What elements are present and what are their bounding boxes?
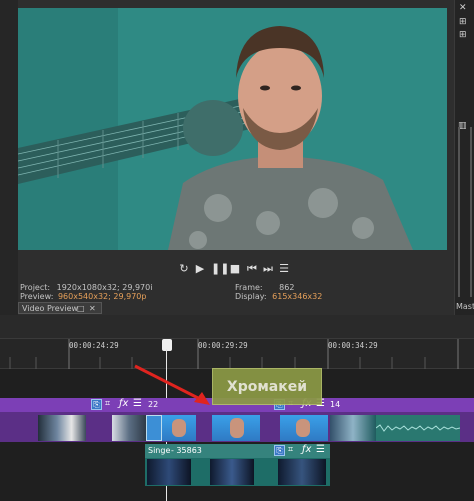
loop-icon[interactable]: ↻ bbox=[178, 263, 190, 275]
display-info: Display: 615x346x32 bbox=[235, 292, 322, 301]
panel-close-icon[interactable]: ✕ bbox=[459, 3, 467, 13]
play-icon[interactable]: ▶ bbox=[194, 263, 206, 275]
preview-label: Preview: bbox=[20, 292, 54, 301]
waveform-icon bbox=[376, 424, 460, 432]
singer-crop-icon[interactable]: ⌗ bbox=[288, 445, 293, 455]
transport-bar: ↻ ▶ ❚❚ ■ ⏮ ⏭ ☰ bbox=[0, 258, 454, 280]
tab-maximize-icon[interactable]: □ bbox=[77, 304, 85, 313]
red-arrow-icon bbox=[134, 364, 210, 405]
ruler-ticks bbox=[9, 339, 459, 369]
callout-text: Хромакей bbox=[226, 379, 308, 395]
thumbnail-1 bbox=[38, 415, 86, 441]
prev-frame-icon[interactable]: ⏮ bbox=[246, 263, 258, 275]
fade-right-value: 14 bbox=[330, 400, 341, 409]
panel-grid-icon[interactable]: ⊞ bbox=[459, 17, 467, 27]
transition-marker[interactable] bbox=[146, 415, 162, 441]
panel-grid-icon-2[interactable]: ⊞ bbox=[459, 30, 467, 40]
pause-icon[interactable]: ❚❚ bbox=[211, 263, 229, 275]
frame-label: Frame: bbox=[235, 283, 263, 292]
singer-menu-icon[interactable]: ☰ bbox=[316, 444, 325, 455]
time-ruler[interactable]: 00:00:24:29 00:00:29:29 00:00:34:29 bbox=[0, 339, 474, 369]
right-side-panel: ✕ ⊞ ⊞ ▥ Mast bbox=[454, 0, 474, 315]
project-value: 1920x1080x32; 29,970i bbox=[56, 283, 153, 292]
preview-value-b: 29,970p bbox=[113, 292, 147, 301]
chroma-key-callout: Хромакей bbox=[212, 368, 322, 405]
app-window: ↻ ▶ ❚❚ ■ ⏮ ⏭ ☰ Project: 1920x1080x32; 29… bbox=[0, 0, 474, 501]
thumbnail-2 bbox=[112, 415, 146, 441]
frame-info: Frame: 862 bbox=[235, 283, 294, 292]
video-preview-pane: ↻ ▶ ❚❚ ■ ⏮ ⏭ ☰ Project: 1920x1080x32; 29… bbox=[0, 0, 454, 315]
display-value: 615x346x32 bbox=[272, 292, 323, 301]
menu-icon[interactable]: ☰ bbox=[278, 263, 290, 275]
pan-crop-icon[interactable]: ⎘ bbox=[91, 399, 102, 410]
singer-clip-header: Singe - 35863 ⎘ ⌗ ƒx ☰ bbox=[145, 444, 330, 458]
playhead-handle[interactable] bbox=[162, 339, 172, 351]
thumbnail-4 bbox=[212, 415, 260, 441]
video-preview-tab[interactable]: Video Preview □ ✕ bbox=[18, 302, 102, 314]
singer-pan-crop-icon[interactable]: ⎘ bbox=[274, 445, 285, 456]
timeline-top-strip bbox=[0, 315, 474, 339]
next-frame-icon[interactable]: ⏭ bbox=[262, 263, 274, 275]
singer-thumb-2 bbox=[210, 459, 254, 485]
singer-label-suffix: - 35863 bbox=[171, 446, 202, 455]
singer-thumb-3 bbox=[278, 459, 326, 485]
panel-label: Mast bbox=[456, 302, 474, 311]
singer-fx-icon[interactable]: ƒx bbox=[302, 444, 311, 455]
level-meter bbox=[458, 127, 472, 297]
project-info: Project: 1920x1080x32; 29,970i bbox=[20, 283, 152, 292]
audio-waveform-clip bbox=[376, 415, 460, 441]
display-label: Display: bbox=[235, 292, 267, 301]
frame-value: 862 bbox=[279, 283, 295, 292]
thumbnail-3 bbox=[162, 415, 196, 441]
project-label: Project: bbox=[20, 283, 51, 292]
singer-thumb-1 bbox=[147, 459, 191, 485]
tab-title: Video Preview bbox=[22, 304, 79, 313]
tab-close-icon[interactable]: ✕ bbox=[89, 304, 96, 313]
video-frame-image bbox=[18, 8, 447, 250]
thumbnail-6 bbox=[330, 415, 376, 441]
singer-label: Singe bbox=[148, 446, 171, 455]
preview-value-a: 960x540x32; bbox=[57, 292, 111, 301]
thumbnail-5 bbox=[280, 415, 328, 441]
crop-icon[interactable]: ⌗ bbox=[105, 399, 110, 409]
preview-info: Preview: 960x540x32; 29,970p bbox=[20, 292, 146, 301]
video-frame[interactable] bbox=[18, 8, 447, 250]
fx-icon[interactable]: ƒx bbox=[119, 398, 128, 409]
stop-icon[interactable]: ■ bbox=[229, 263, 241, 275]
